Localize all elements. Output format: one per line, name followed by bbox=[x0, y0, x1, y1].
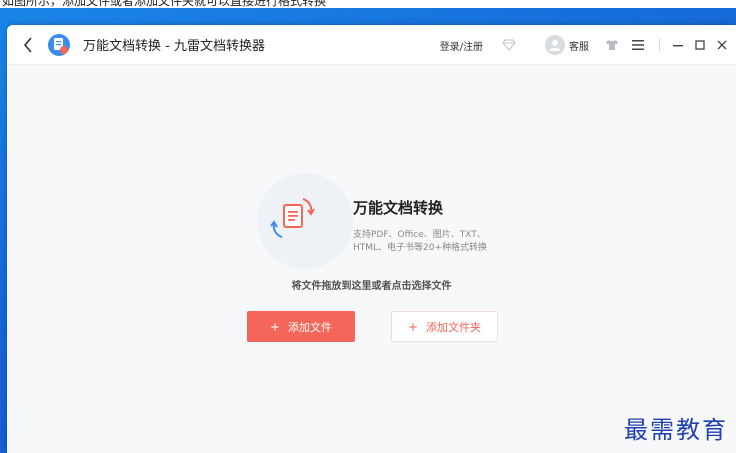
menu-icon[interactable] bbox=[631, 38, 645, 52]
watermark: 最需教育 bbox=[624, 416, 728, 444]
hero-title: 万能文档转换 bbox=[353, 199, 444, 217]
plus-icon: + bbox=[269, 319, 281, 334]
close-icon[interactable] bbox=[714, 37, 730, 53]
titlebar-controls: 登录/注册 客服 bbox=[440, 25, 736, 65]
app-logo-icon bbox=[47, 33, 71, 57]
hero-description-line1: 支持PDF、Office、图片、TXT、 bbox=[353, 230, 486, 240]
main-content[interactable]: 万能文档转换 支持PDF、Office、图片、TXT、 HTML、电子书等20+… bbox=[7, 65, 736, 453]
maximize-icon[interactable] bbox=[692, 37, 708, 53]
add-folder-button[interactable]: + 添加文件夹 bbox=[391, 311, 498, 342]
titlebar-separator bbox=[659, 38, 660, 52]
login-register-link[interactable]: 登录/注册 bbox=[440, 38, 483, 53]
customer-service-label[interactable]: 客服 bbox=[569, 38, 589, 53]
app-title: 万能文档转换 - 九雷文档转换器 bbox=[83, 39, 265, 54]
titlebar: 万能文档转换 - 九雷文档转换器 登录/注册 客服 bbox=[7, 25, 736, 65]
skin-shirt-icon[interactable] bbox=[605, 38, 619, 52]
top-caption: 如图所示，添加文件或者添加文件夹就可以直接进行格式转换 bbox=[0, 0, 736, 8]
drop-hint: 将文件拖放到这里或者点击选择文件 bbox=[291, 281, 452, 292]
customer-service-avatar-icon[interactable] bbox=[545, 35, 565, 55]
plus-icon: + bbox=[407, 319, 419, 334]
add-folder-label: 添加文件夹 bbox=[426, 320, 482, 334]
app-window: 万能文档转换 - 九雷文档转换器 登录/注册 客服 万能文档转换 支持PDF、O… bbox=[7, 25, 736, 453]
minimize-icon[interactable] bbox=[670, 37, 686, 53]
vip-diamond-icon[interactable] bbox=[501, 37, 517, 53]
document-convert-icon bbox=[269, 193, 319, 245]
add-file-button[interactable]: + 添加文件 bbox=[247, 311, 355, 342]
add-file-label: 添加文件 bbox=[288, 320, 333, 334]
back-arrow-icon[interactable] bbox=[19, 36, 37, 54]
hero-description-line2: HTML、电子书等20+种格式转换 bbox=[353, 243, 488, 253]
